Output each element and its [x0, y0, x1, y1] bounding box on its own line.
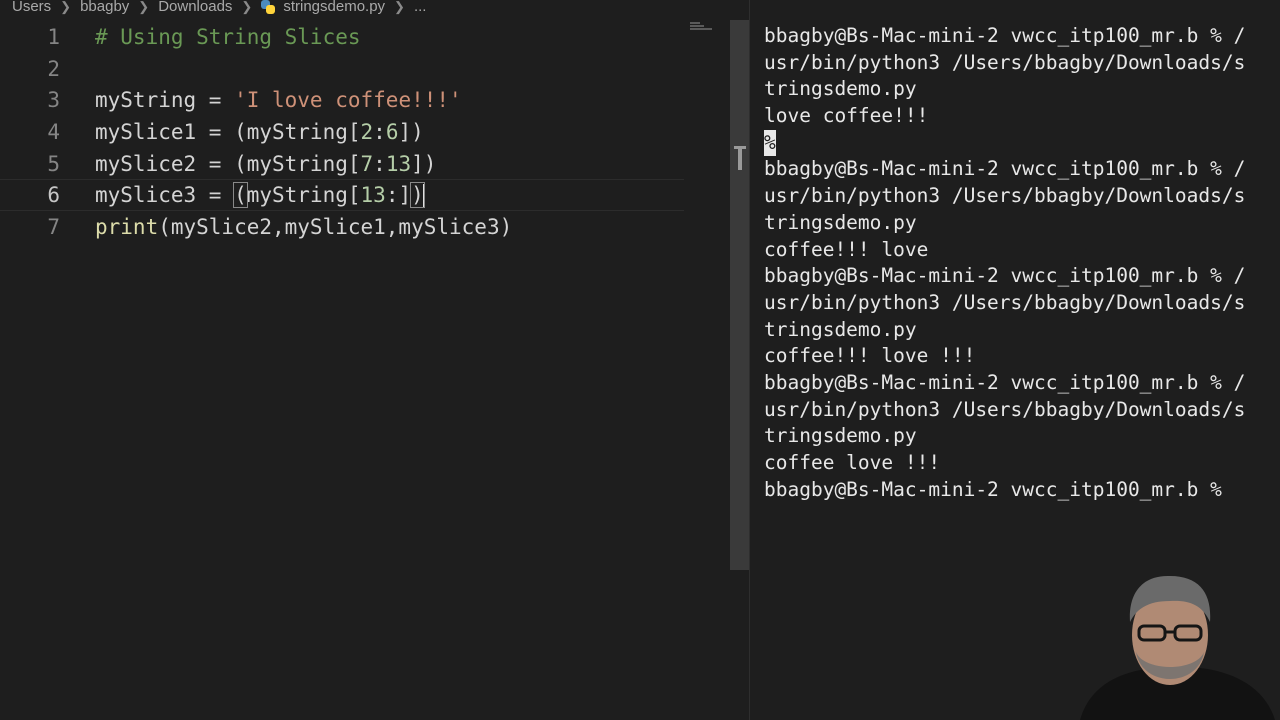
code-line[interactable]: 3 myString = 'I love coffee!!!'	[0, 84, 684, 116]
terminal-line: coffee!!! love !!!	[764, 344, 976, 368]
terminal-line: tringsdemo.py	[764, 317, 917, 341]
line-number: 7	[47, 215, 60, 239]
terminal-line: coffee love !!!	[764, 451, 941, 474]
terminal-line: %	[764, 129, 1280, 157]
terminal-percent-mark: %	[764, 129, 776, 157]
code-text: mySlice2 = (myString[7:13])	[95, 152, 437, 176]
mouse-cursor-icon	[732, 146, 748, 170]
chevron-right-icon: ❯	[241, 0, 253, 14]
terminal-prompt[interactable]: bbagby@Bs-Mac-mini-2 vwcc_itp100_mr.b %	[764, 477, 1280, 504]
terminal-line: usr/bin/python3 /Users/bbagby/Downloads/…	[764, 397, 1246, 421]
code-string: 'I love coffee!!!'	[234, 88, 462, 112]
terminal-line: love coffee!!!	[764, 104, 929, 128]
line-number: 6	[47, 183, 60, 207]
line-number: 1	[47, 25, 60, 49]
line-number: 2	[47, 57, 60, 81]
terminal-line: coffee!!! love	[764, 237, 929, 261]
code-line[interactable]: 2	[0, 53, 684, 85]
code-function: print	[95, 215, 159, 239]
code-text: myString = 'I love coffee!!!'	[95, 88, 462, 112]
code-line[interactable]: 1 # Using String Slices	[0, 21, 684, 53]
line-number: 4	[47, 120, 60, 144]
python-file-icon	[261, 0, 276, 14]
terminal-line: usr/bin/python3 /Users/bbagby/Downloads/…	[764, 50, 1246, 74]
code-editor[interactable]: 1 # Using String Slices 2 3 myString = '…	[0, 18, 730, 720]
breadcrumb: Users ❯ bbagby ❯ Downloads ❯ stringsdemo…	[0, 0, 730, 18]
presenter-video-icon	[1060, 560, 1280, 720]
terminal-line: tringsdemo.py	[764, 77, 917, 101]
terminal-line: tringsdemo.py	[764, 210, 917, 234]
code-text: mySlice1 = (myString[2:6])	[95, 120, 424, 144]
terminal-line: bbagby@Bs-Mac-mini-2 vwcc_itp100_mr.b % …	[764, 264, 1246, 288]
breadcrumb-file[interactable]: stringsdemo.py	[283, 0, 385, 15]
terminal-line: bbagby@Bs-Mac-mini-2 vwcc_itp100_mr.b % …	[764, 24, 1246, 47]
code-text: print(mySlice2,mySlice1,mySlice3)	[95, 215, 513, 239]
terminal-line: usr/bin/python3 /Users/bbagby/Downloads/…	[764, 184, 1246, 208]
terminal-line: usr/bin/python3 /Users/bbagby/Downloads/…	[764, 290, 1246, 314]
breadcrumb-downloads[interactable]: Downloads	[158, 0, 232, 15]
line-number: 5	[47, 152, 60, 176]
terminal-line: bbagby@Bs-Mac-mini-2 vwcc_itp100_mr.b % …	[764, 157, 1246, 181]
breadcrumb-symbols[interactable]: ...	[414, 0, 427, 15]
code-comment: # Using String Slices	[95, 25, 361, 49]
bracket-match: (	[233, 181, 248, 208]
breadcrumb-users[interactable]: Users	[12, 0, 51, 15]
editor-scrollbar[interactable]	[730, 20, 750, 570]
code-line-current[interactable]: 6 mySlice3 = (myString[13:])	[0, 179, 684, 211]
chevron-right-icon: ❯	[138, 0, 150, 14]
text-cursor	[422, 183, 425, 208]
code-line[interactable]: 7 print(mySlice2,mySlice1,mySlice3)	[0, 211, 684, 243]
chevron-right-icon: ❯	[60, 0, 72, 14]
code-text: mySlice3 = (myString[13:])	[95, 181, 425, 208]
code-line[interactable]: 4 mySlice1 = (myString[2:6])	[0, 116, 684, 148]
webcam-overlay	[1060, 560, 1280, 720]
breadcrumb-bbagby[interactable]: bbagby	[80, 0, 129, 15]
chevron-right-icon: ❯	[394, 0, 405, 14]
code-line[interactable]: 5 mySlice2 = (myString[7:13])	[0, 148, 684, 180]
line-number: 3	[47, 88, 60, 112]
terminal-line: tringsdemo.py	[764, 424, 917, 448]
minimap[interactable]	[690, 22, 714, 32]
terminal-line: bbagby@Bs-Mac-mini-2 vwcc_itp100_mr.b % …	[764, 370, 1246, 394]
